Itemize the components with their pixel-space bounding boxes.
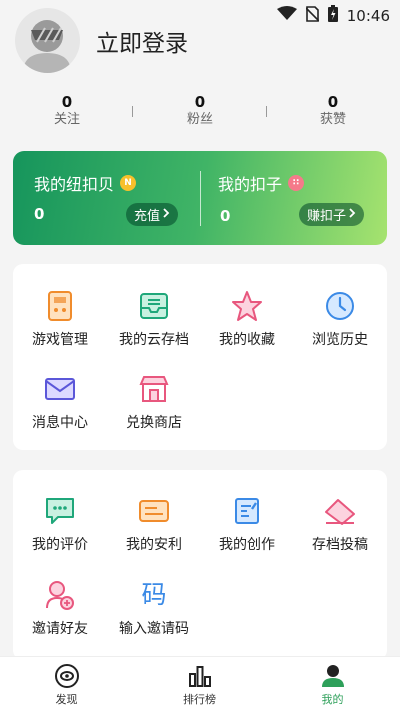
menu-label: 兑换商店 — [126, 415, 182, 431]
kouzi-value: 0 — [220, 207, 231, 225]
ranking-icon — [133, 663, 266, 689]
stat-value: 0 — [61, 93, 73, 111]
divider — [266, 106, 267, 117]
kouzi-label: 我的扣子 — [218, 175, 283, 194]
code-glyph: 码 — [141, 580, 167, 609]
wifi-icon — [276, 6, 297, 25]
envelope-icon — [323, 494, 357, 528]
menu-label: 我的评价 — [32, 537, 88, 553]
stat-label: 关注 — [53, 112, 80, 127]
stat-following[interactable]: 0 关注 — [27, 94, 107, 129]
menu-enter-invite-code[interactable]: 码 输入邀请码 — [107, 578, 201, 638]
menu-history[interactable]: 浏览历史 — [293, 289, 387, 349]
menu-save-submit[interactable]: 存档投稿 — [293, 494, 387, 554]
mail-icon — [43, 372, 77, 406]
chevron-right-icon — [163, 207, 170, 222]
menu-label: 我的安利 — [126, 537, 182, 553]
earn-kouzi-label: 赚扣子 — [307, 209, 347, 224]
stat-label: 获赞 — [319, 112, 346, 127]
tab-profile[interactable]: 我的 — [266, 663, 399, 707]
store-icon — [137, 372, 171, 406]
menu-game-manage[interactable]: 游戏管理 — [13, 289, 107, 349]
battery-charging-icon — [327, 5, 338, 26]
menu-label: 输入邀请码 — [119, 621, 189, 637]
wallet-divider — [200, 171, 201, 226]
menu-messages[interactable]: 消息中心 — [13, 372, 107, 432]
chevron-right-icon — [349, 207, 356, 222]
menu-label: 存档投稿 — [312, 537, 368, 553]
menu-my-creations[interactable]: 我的创作 — [200, 494, 294, 554]
clock-icon — [323, 289, 357, 323]
creator-card: 我的评价 我的安利 我的创作 存档投稿 邀请好友 码 输入邀请码 — [13, 470, 387, 660]
code-char-icon: 码 — [137, 578, 171, 612]
tab-label: 发现 — [55, 693, 78, 706]
menu-label: 我的收藏 — [219, 332, 275, 348]
cloud-save-icon — [137, 289, 171, 323]
niukou-label: 我的纽扣贝 — [34, 175, 115, 194]
bottom-nav: 发现 排行榜 我的 — [0, 656, 400, 711]
menu-label: 我的创作 — [219, 537, 275, 553]
game-manage-icon — [43, 289, 77, 323]
menu-invite-friends[interactable]: 邀请好友 — [13, 578, 107, 638]
no-sim-icon — [305, 5, 320, 26]
tab-label: 排行榜 — [183, 693, 216, 706]
menu-favorites[interactable]: 我的收藏 — [200, 289, 294, 349]
recharge-button[interactable]: 充值 — [126, 203, 179, 226]
features-card: 游戏管理 我的云存档 我的收藏 浏览历史 消息中心 兑换商店 — [13, 264, 387, 450]
menu-my-reviews[interactable]: 我的评价 — [13, 494, 107, 554]
comment-icon — [43, 494, 77, 528]
stat-likes[interactable]: 0 获赞 — [293, 94, 373, 129]
default-avatar-icon — [23, 20, 71, 73]
menu-label: 消息中心 — [32, 415, 88, 431]
tab-discover[interactable]: 发现 — [0, 663, 133, 707]
stats-row: 0 关注 0 粉丝 0 获赞 — [0, 94, 400, 134]
niukou-coin-icon: N — [120, 175, 137, 191]
profile-icon — [266, 663, 399, 689]
divider — [132, 106, 133, 117]
recharge-label: 充值 — [134, 209, 161, 224]
stat-followers[interactable]: 0 粉丝 — [160, 94, 240, 129]
kouzi-title[interactable]: 我的扣子 ∷ — [218, 171, 305, 195]
menu-label: 我的云存档 — [119, 332, 189, 348]
earn-kouzi-button[interactable]: 赚扣子 — [299, 203, 365, 226]
niukou-title[interactable]: 我的纽扣贝 N — [34, 171, 137, 195]
menu-label: 邀请好友 — [32, 621, 88, 637]
kouzi-button-icon: ∷ — [288, 175, 305, 191]
edit-doc-icon — [230, 494, 264, 528]
niukou-value: 0 — [34, 205, 45, 223]
profile-header[interactable]: 立即登录 — [15, 8, 188, 73]
wallet-card: 我的纽扣贝 N 0 充值 我的扣子 ∷ 0 赚扣子 — [13, 151, 387, 245]
menu-label: 浏览历史 — [312, 332, 368, 348]
menu-my-recommend[interactable]: 我的安利 — [107, 494, 201, 554]
star-icon — [230, 289, 264, 323]
tab-label: 我的 — [321, 693, 344, 706]
avatar[interactable] — [15, 8, 80, 73]
clock-time: 10:46 — [346, 6, 390, 25]
stat-label: 粉丝 — [186, 112, 213, 127]
tab-ranking[interactable]: 排行榜 — [133, 663, 266, 707]
menu-cloud-save[interactable]: 我的云存档 — [107, 289, 201, 349]
menu-store[interactable]: 兑换商店 — [107, 372, 201, 432]
login-link[interactable]: 立即登录 — [96, 24, 188, 58]
stat-value: 0 — [327, 93, 339, 111]
stat-value: 0 — [194, 93, 206, 111]
menu-label: 游戏管理 — [32, 332, 88, 348]
card-icon — [137, 494, 171, 528]
add-user-icon — [43, 578, 77, 612]
discover-icon — [0, 663, 133, 689]
